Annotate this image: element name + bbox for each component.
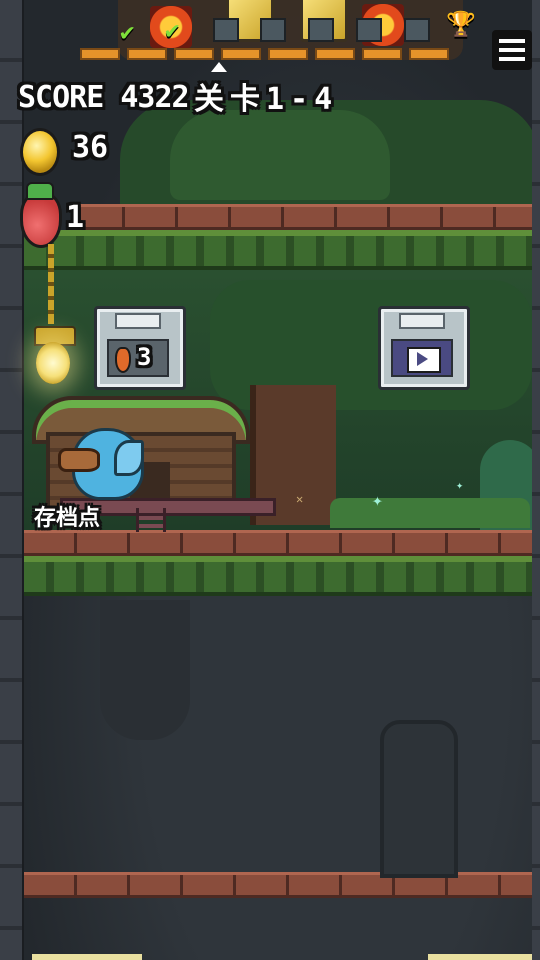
bottom-item [428,954,532,960]
floppy-tab [115,313,161,329]
progress-segment [127,48,167,60]
grass [330,498,530,528]
lives-count: 1 [66,200,85,235]
lock-icon [213,18,239,42]
progress-segment [362,48,402,60]
pipe-shape [380,720,458,878]
progress-marker-icon [211,62,227,72]
coin-icon [20,128,60,176]
platform-middle [24,530,532,556]
lantern-chain [48,244,54,324]
lock-icon [356,18,382,42]
bird-beak [58,448,100,472]
radish-life-icon [20,192,62,248]
floppy-label [391,339,453,377]
level-label: 关卡1-4 [194,82,339,117]
progress-segment [174,48,214,60]
game-screen: ✔ ✔ 🏆 SCORE 4322 关卡1-4 36 1 3 存档点 ✦ ✦ ✕ [0,0,540,960]
progress-segment [221,48,261,60]
progress-segment [268,48,308,60]
bird-wing [114,440,144,476]
carrot-icon [115,347,131,373]
watch-video-card-button[interactable] [378,306,470,390]
moss-middle [24,556,532,596]
sparkle-icon: ✦ [372,490,383,511]
check-icon: ✔ [120,18,135,46]
platform-top [72,204,532,230]
sparkle-icon: ✦ [456,478,464,492]
menu-button[interactable] [492,30,532,70]
score-label: SCORE 4322 [18,80,190,115]
menu-icon [499,48,525,52]
save-cost: 3 [137,343,152,371]
menu-icon [499,57,525,61]
trophy-icon: 🏆 [446,10,476,38]
play-triangle-icon [417,352,428,366]
checkpoint-label: 存档点 [34,506,101,531]
check-icon: ✔ [165,16,180,44]
progress-segment [315,48,355,60]
menu-icon [499,39,525,43]
lantern-light [36,342,70,384]
bottom-item [32,954,142,960]
progress-segment [409,48,449,60]
progress-segment [80,48,120,60]
lock-icon [260,18,286,42]
save-carrot-card-button[interactable]: 3 [94,306,186,390]
right-wall [532,0,540,960]
checkpoint-ladder [136,508,166,532]
lock-icon [404,18,430,42]
sparkle-icon: ✕ [296,492,304,506]
radish-leaf-icon [26,182,54,200]
lock-icon [308,18,334,42]
moss-top [24,230,532,270]
coin-count: 36 [72,130,109,165]
floppy-label: 3 [107,339,169,377]
floppy-tab [399,313,445,329]
forest-canopy-light [170,110,390,200]
pipe-shape-2 [100,600,190,740]
